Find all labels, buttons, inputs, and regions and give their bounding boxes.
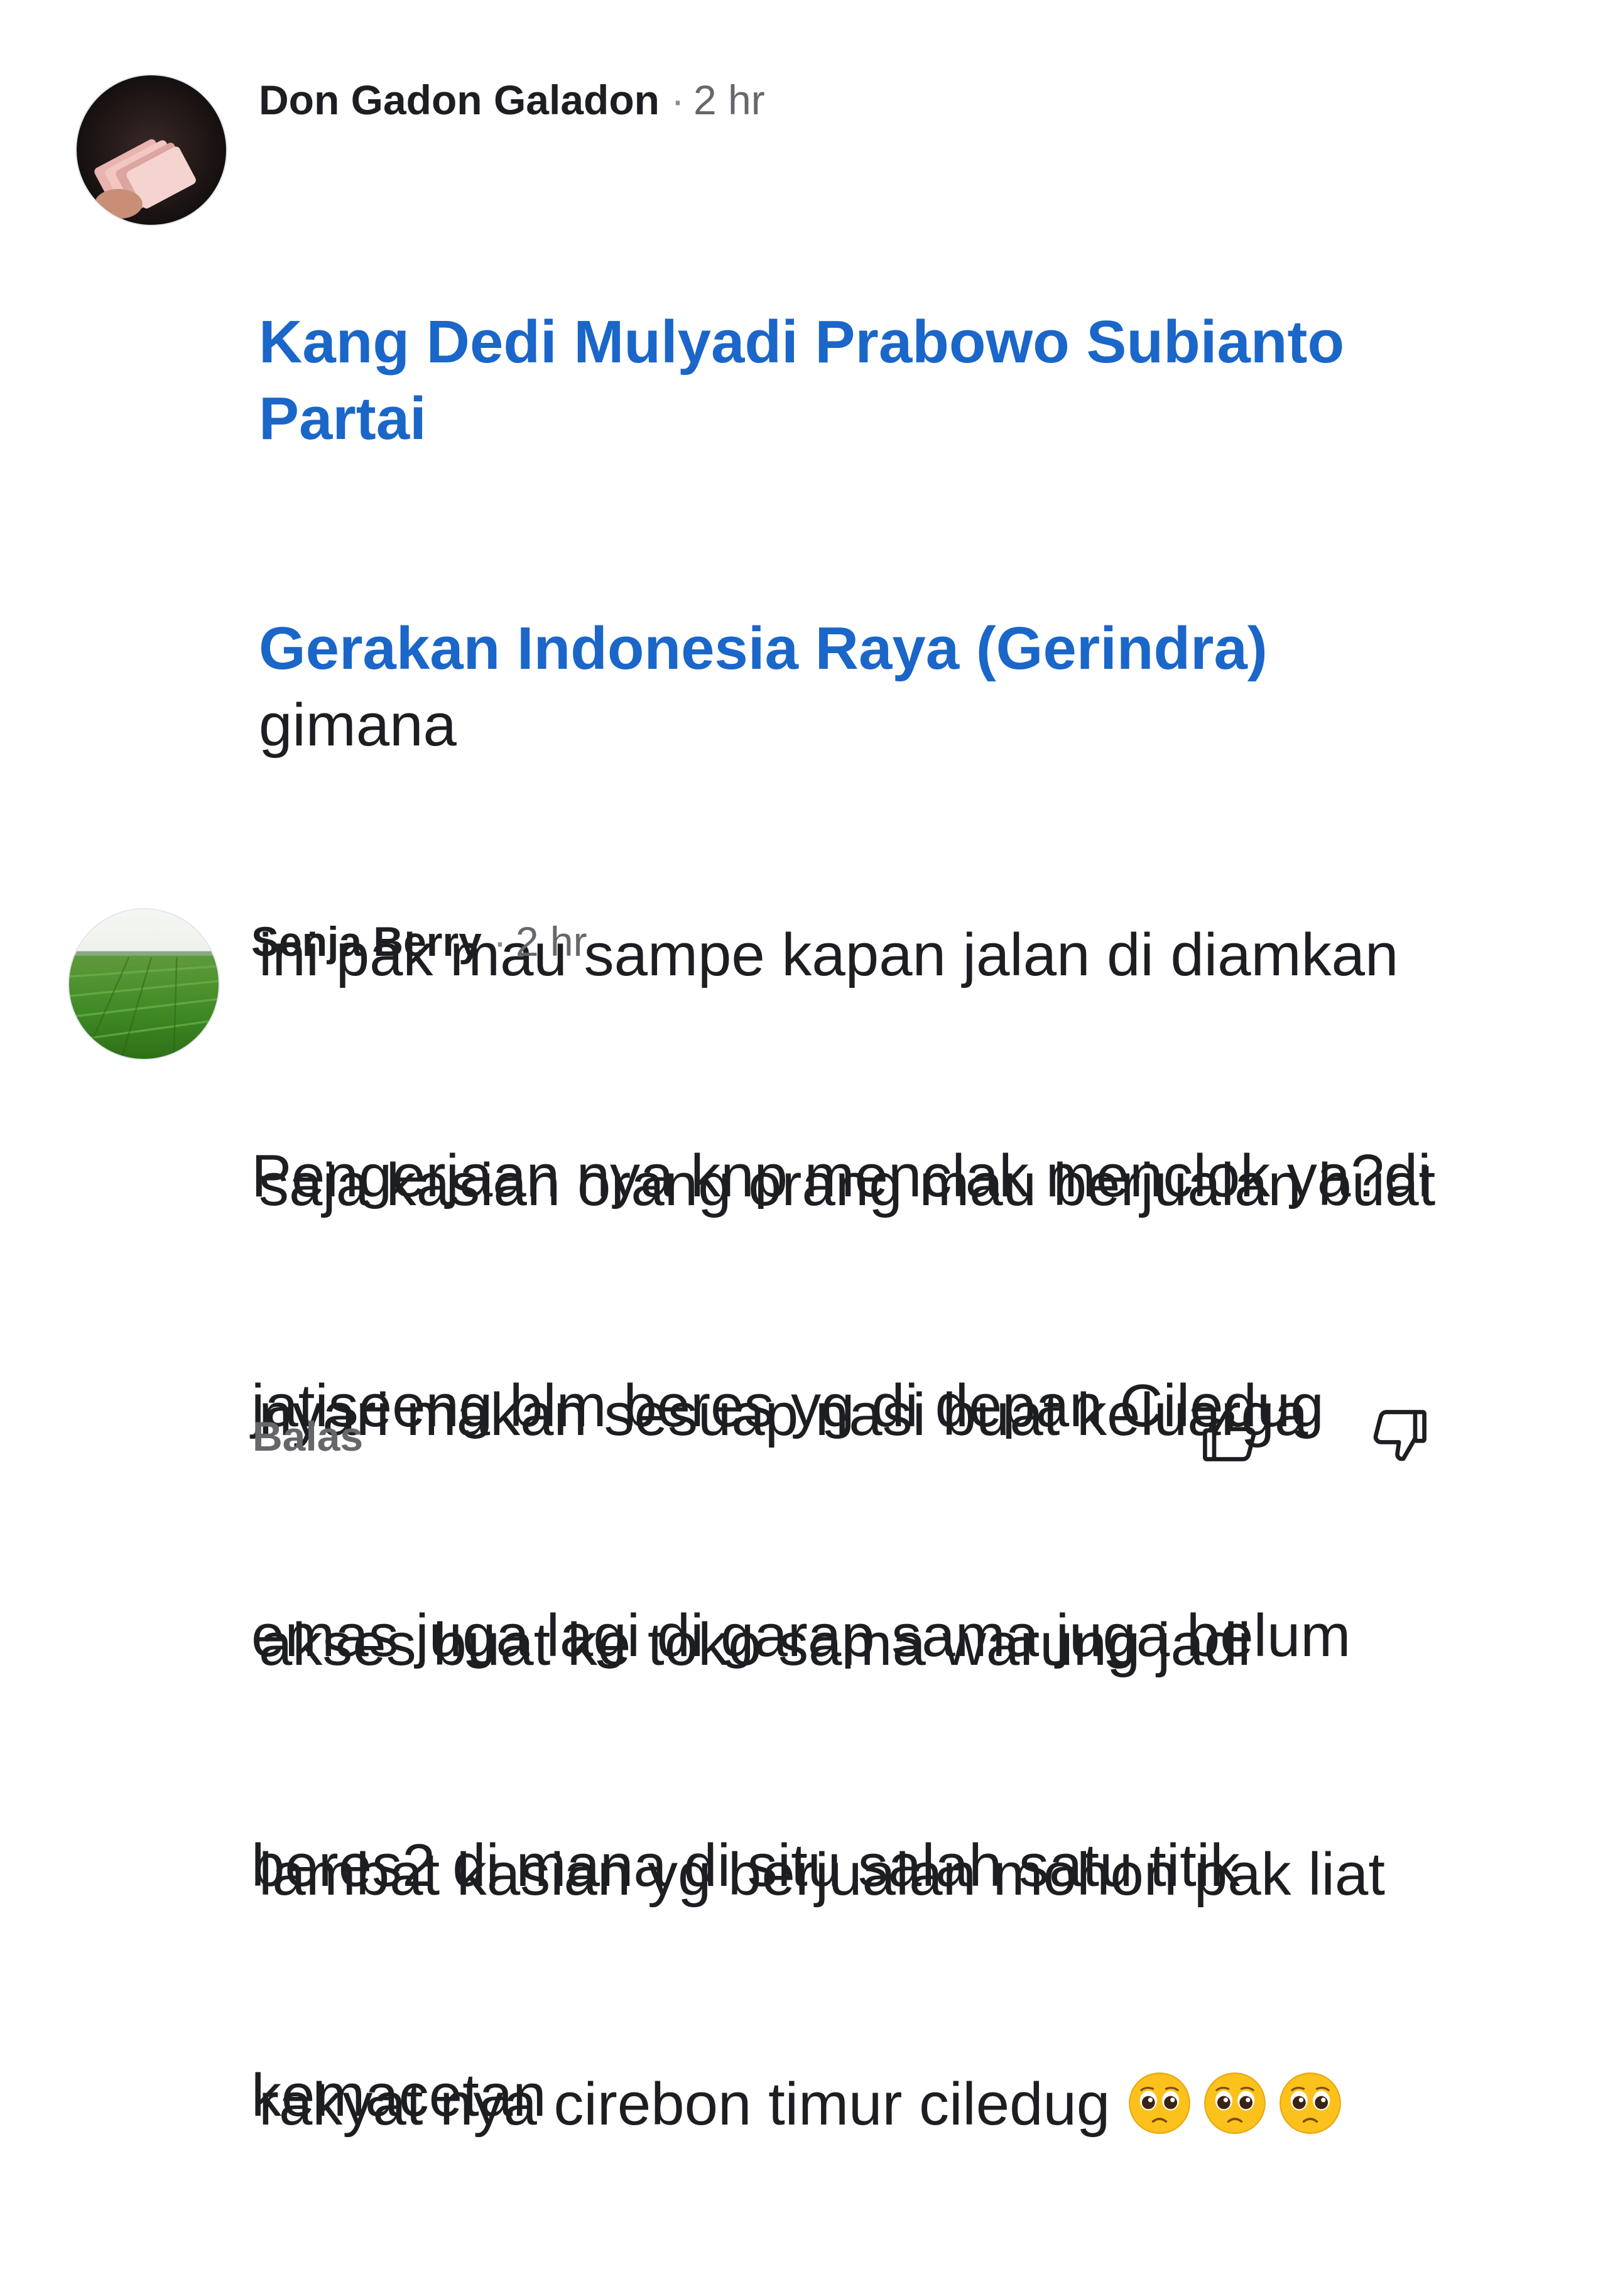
separator-dot: ·: [671, 77, 685, 123]
text-line: beres2 di mana di situ salah satu titik: [251, 1832, 1241, 1899]
thumbs-down-icon: [1373, 1410, 1426, 1461]
separator-dot: ·: [492, 918, 507, 965]
like-button[interactable]: [1198, 1404, 1261, 1467]
text-line: jatiseeng blm beres yg di depan Ciledug: [251, 1372, 1324, 1439]
timestamp[interactable]: 2 hr: [516, 918, 587, 965]
author-name[interactable]: Senja Berry: [251, 918, 482, 965]
timestamp[interactable]: 2 hr: [693, 77, 765, 123]
reply-button[interactable]: Balas: [253, 1416, 363, 1457]
text-line: Pengerjaan nya knp menclak menclok ya?di: [251, 1142, 1431, 1210]
rice-field-photo-avatar-icon: [69, 909, 219, 1059]
text-line: Kang Dedi Mulyadi Prabowo Subianto Parta…: [259, 304, 1452, 457]
money-photo-avatar-icon: [77, 75, 226, 225]
avatar[interactable]: [75, 74, 227, 226]
author-name[interactable]: Don Gadon Galadon: [259, 77, 660, 123]
comment-header: Senja Berry · 2 hr: [251, 921, 587, 962]
text-line: emas juga lagi di garap sama juga belum: [251, 1602, 1351, 1669]
mention-link[interactable]: Kang Dedi Mulyadi Prabowo Subianto Parta…: [259, 308, 1361, 452]
thumbs-up-icon: [1203, 1410, 1256, 1461]
avatar[interactable]: [68, 908, 220, 1060]
comment-text: Pengerjaan nya knp menclak menclok ya?di…: [251, 985, 1476, 2287]
dislike-button[interactable]: [1368, 1404, 1431, 1467]
comment-header: Don Gadon Galadon · 2 hr: [259, 79, 765, 121]
mention-link[interactable]: Gerakan Indonesia Raya (Gerindra): [259, 615, 1268, 682]
text-line: Gerakan Indonesia Raya (Gerindra) gimana: [259, 610, 1452, 764]
text-line: kemacetan: [251, 2062, 546, 2129]
